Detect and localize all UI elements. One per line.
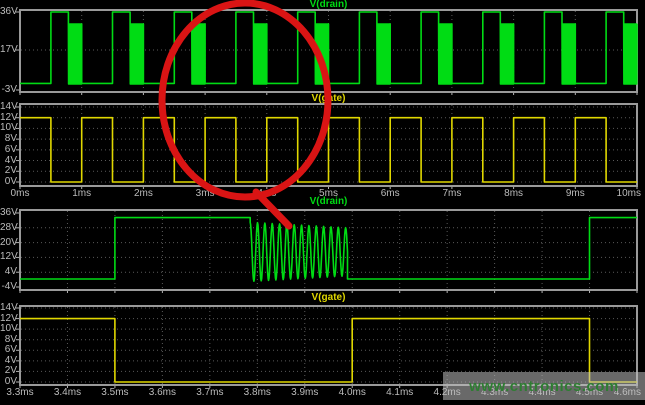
x-tick-label: 3.9ms [291, 388, 318, 398]
y-tick-label: 12V [0, 113, 17, 123]
y-tick-label: 14V [0, 303, 17, 313]
x-tick-label: 3ms [196, 189, 215, 199]
x-tick-label: 7ms [442, 189, 461, 199]
y-tick-label: 12V [0, 252, 17, 262]
y-tick-label: 28V [0, 223, 17, 233]
y-tick-label: 20V [0, 238, 17, 248]
y-tick-label: 0V [0, 377, 17, 387]
y-tick-label: 12V [0, 314, 17, 324]
waveform-viewer: V(drain) V(gate) V(drain) V(gate) 36V17V… [0, 0, 645, 405]
y-tick-label: 2V [0, 366, 17, 376]
y-tick-label: 4V [0, 356, 17, 366]
x-tick-label: 3.6ms [149, 388, 176, 398]
y-tick-label: -4V [0, 282, 17, 292]
y-tick-label: 14V [0, 102, 17, 112]
y-tick-label: 4V [0, 156, 17, 166]
y-tick-label: -3V [0, 85, 17, 95]
x-tick-label: 0ms [11, 189, 30, 199]
y-tick-label: 6V [0, 345, 17, 355]
y-tick-label: 10V [0, 324, 17, 334]
y-tick-label: 6V [0, 145, 17, 155]
plot-canvas [0, 0, 645, 405]
y-tick-label: 36V [0, 7, 17, 17]
x-tick-label: 3.3ms [6, 388, 33, 398]
x-tick-label: 6ms [381, 189, 400, 199]
x-tick-label: 5ms [319, 189, 338, 199]
y-tick-label: 8V [0, 335, 17, 345]
x-tick-label: 1ms [72, 189, 91, 199]
watermark: www.cntronics.com [443, 372, 645, 400]
x-tick-label: 3.7ms [196, 388, 223, 398]
y-tick-label: 2V [0, 166, 17, 176]
x-tick-label: 3.8ms [244, 388, 271, 398]
x-tick-label: 2ms [134, 189, 153, 199]
y-tick-label: 10V [0, 123, 17, 133]
x-tick-label: 3.4ms [54, 388, 81, 398]
y-tick-label: 17V [0, 45, 17, 55]
y-tick-label: 4V [0, 267, 17, 277]
x-tick-label: 4.0ms [339, 388, 366, 398]
y-tick-label: 0V [0, 177, 17, 187]
x-tick-label: 3.5ms [101, 388, 128, 398]
y-tick-label: 36V [0, 208, 17, 218]
x-tick-label: 4ms [257, 189, 276, 199]
x-tick-label: 9ms [566, 189, 585, 199]
x-tick-label: 10ms [617, 189, 641, 199]
x-tick-label: 8ms [504, 189, 523, 199]
y-tick-label: 8V [0, 134, 17, 144]
x-tick-label: 4.1ms [386, 388, 413, 398]
